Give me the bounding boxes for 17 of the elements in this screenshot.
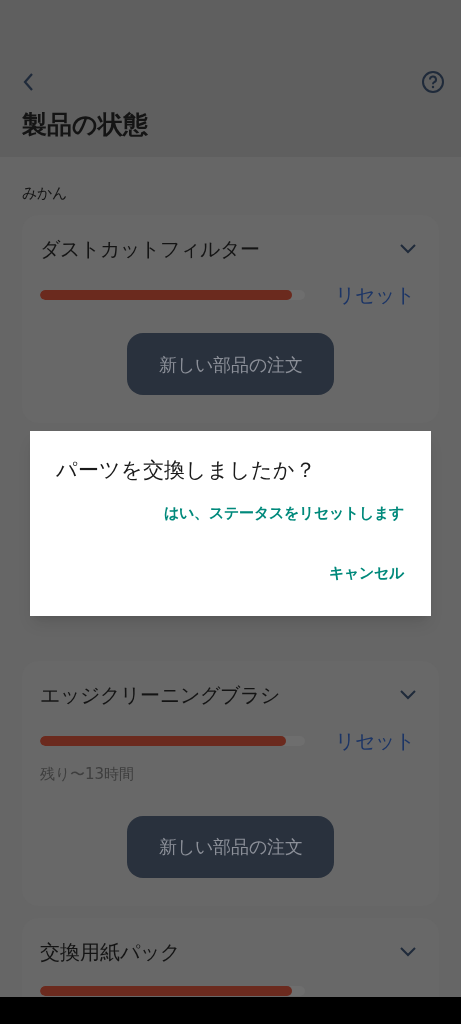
order-button[interactable]: 新しい部品の注文	[127, 815, 334, 878]
expand-chevron-icon[interactable]	[399, 945, 417, 958]
reset-link[interactable]: リセット	[335, 283, 415, 307]
dialog-action-button[interactable]: キャンセル	[329, 557, 404, 589]
back-icon[interactable]	[22, 72, 34, 92]
device-name: みかん	[21, 183, 68, 204]
part-name: ダストカットフィルター	[40, 236, 260, 263]
page-title: 製品の状態	[22, 109, 149, 141]
expand-chevron-icon[interactable]	[399, 689, 417, 701]
reset-link[interactable]: リセット	[335, 729, 415, 753]
dialog-action-button[interactable]: はい、ステータスをリセットします	[164, 497, 404, 529]
part-name: 交換用紙パック	[40, 938, 180, 966]
expand-chevron-icon[interactable]	[399, 243, 417, 255]
part-name: エッジクリーニングブラシ	[40, 682, 280, 709]
dialog-title: パーツを交換しましたか？	[56, 457, 317, 484]
order-button[interactable]: 新しい部品の注文	[127, 333, 334, 395]
help-icon[interactable]	[421, 70, 445, 94]
